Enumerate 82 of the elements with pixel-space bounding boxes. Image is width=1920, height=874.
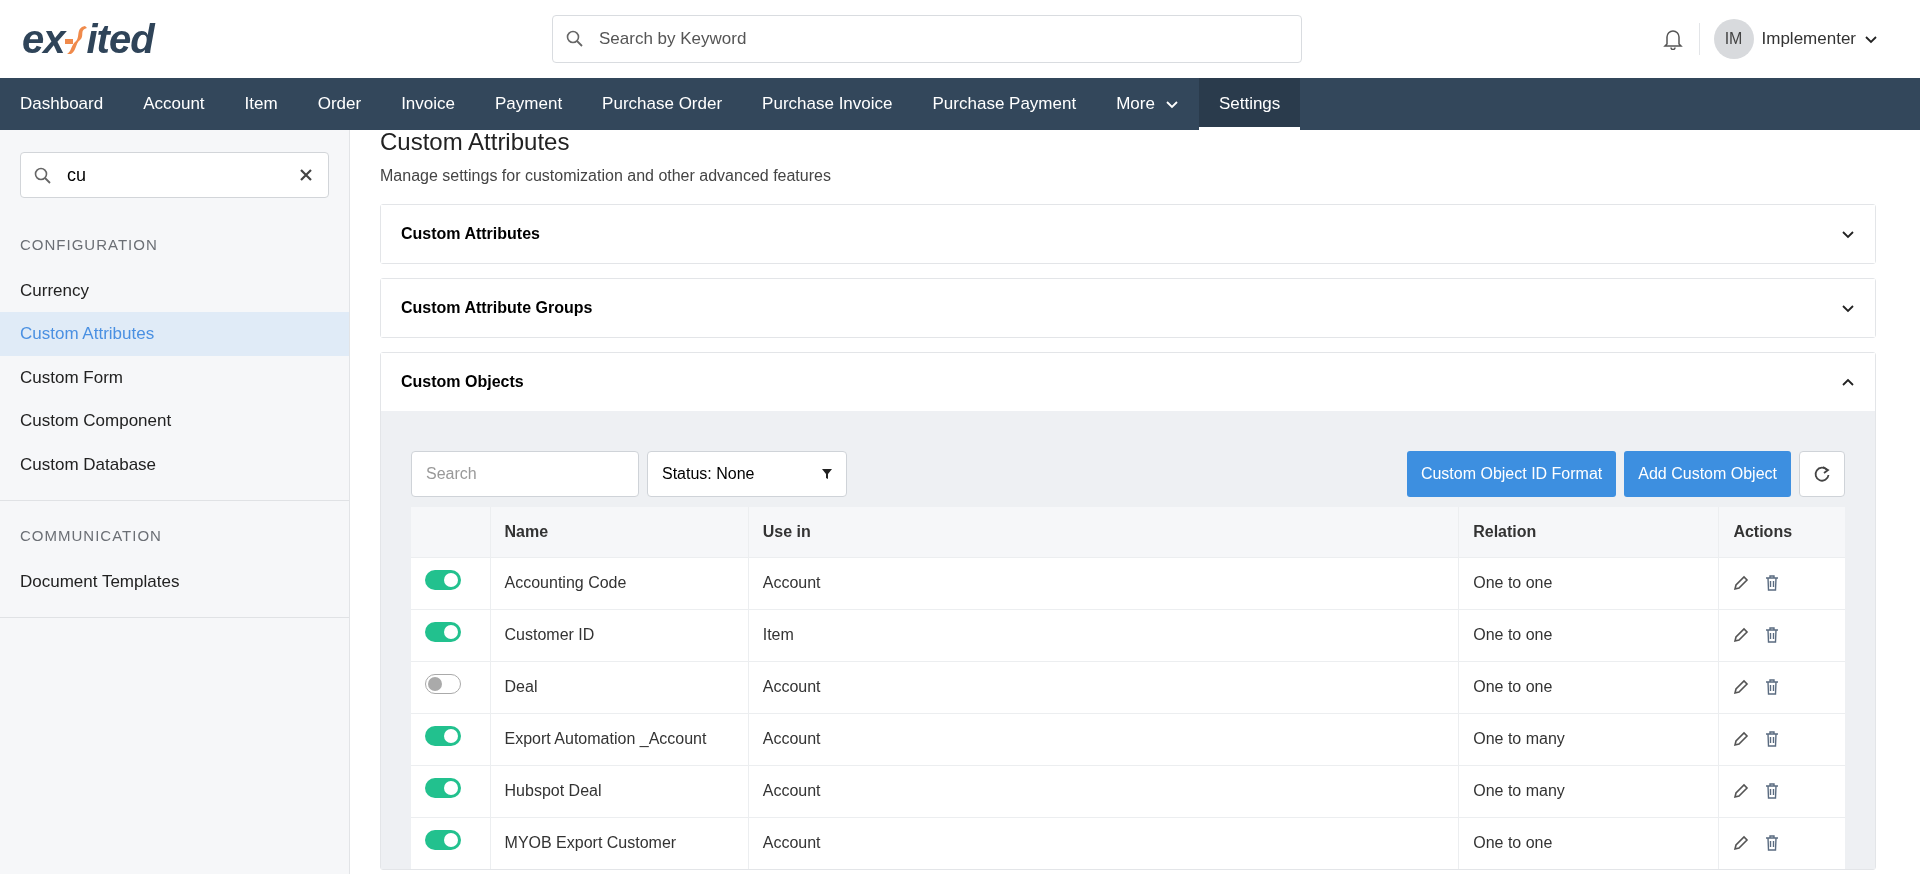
trash-icon[interactable] [1765, 627, 1780, 643]
nav-tab[interactable]: Purchase Invoice [742, 78, 913, 130]
pencil-icon[interactable] [1733, 575, 1750, 591]
user-menu[interactable]: IM Implementer [1713, 19, 1878, 59]
table-cell: Account [748, 713, 1459, 765]
table-cell: One to many [1458, 713, 1719, 765]
status-filter[interactable]: Status: None [647, 451, 847, 497]
page-title: Custom Attributes [380, 130, 571, 157]
chevron-down-icon [1864, 33, 1878, 45]
toggle-switch[interactable] [425, 829, 461, 850]
accordion-header[interactable]: Custom Attributes [381, 205, 1875, 263]
search-field[interactable]: Search [411, 451, 639, 497]
table-cell: Account [748, 765, 1459, 817]
toggle-switch[interactable] [425, 569, 461, 590]
table-cell: MYOB Export Customer [490, 817, 749, 869]
toggle-switch[interactable] [425, 673, 461, 694]
sidebar-search-field[interactable]: cu [20, 152, 329, 198]
table-cell: One to one [1458, 817, 1719, 869]
nav-tab[interactable]: Order [297, 78, 382, 130]
nav-tab[interactable]: Purchase Order [582, 78, 743, 130]
chevron-down-icon [1841, 228, 1855, 240]
toggle-switch[interactable] [425, 725, 461, 746]
nav-tab[interactable]: Settings [1198, 78, 1301, 130]
accordion-header[interactable]: Custom Attribute Groups [381, 279, 1875, 337]
trash-icon[interactable] [1765, 679, 1780, 695]
nav-tab[interactable]: Dashboard [0, 78, 124, 130]
pencil-icon[interactable] [1733, 835, 1750, 852]
sidebar-item[interactable]: Custom Form [0, 355, 349, 399]
table-cell: One to one [1458, 557, 1719, 609]
table-cell: One to one [1458, 609, 1719, 661]
clear-icon[interactable] [299, 168, 313, 182]
chevron-down-icon [1164, 98, 1179, 110]
nav-tab[interactable]: More [1096, 78, 1199, 130]
sidebar-item[interactable]: Currency [0, 268, 349, 312]
nav-tab[interactable]: Purchase Payment [912, 78, 1097, 130]
table-cell: Item [748, 609, 1459, 661]
table-cell: Account [748, 557, 1459, 609]
search-icon [34, 167, 52, 185]
search-field[interactable]: Search by Keyword [552, 15, 1302, 63]
table-cell: Deal [490, 661, 749, 713]
table-cell: Hubspot Deal [490, 765, 749, 817]
toggle-switch[interactable] [425, 777, 461, 798]
column-header: Name [490, 507, 749, 557]
table-cell: Customer ID [490, 609, 749, 661]
toggle-switch[interactable] [425, 621, 461, 642]
filter-icon [822, 469, 832, 479]
sidebar-item[interactable]: Custom Component [0, 399, 349, 443]
chevron-up-icon [1841, 376, 1855, 388]
chevron-down-icon [1841, 302, 1855, 314]
pencil-icon[interactable] [1733, 627, 1750, 643]
table-cell: Accounting Code [490, 557, 749, 609]
trash-icon[interactable] [1765, 575, 1780, 591]
trash-icon[interactable] [1765, 835, 1780, 852]
refresh-icon [1813, 465, 1831, 483]
sidebar-item[interactable]: Document Templates [0, 559, 349, 603]
section-heading: COMMUNICATION [19, 526, 163, 546]
logo-text: ited [86, 16, 154, 63]
nav-tab[interactable]: Payment [475, 78, 583, 130]
nav-tab[interactable]: Account [123, 78, 225, 130]
avatar: IM [1713, 19, 1754, 59]
pencil-icon[interactable] [1733, 731, 1750, 747]
refresh-button[interactable] [1799, 451, 1845, 497]
trash-icon[interactable] [1765, 783, 1780, 799]
pencil-icon[interactable] [1733, 783, 1750, 799]
table-cell: Account [748, 817, 1459, 869]
table-cell: Export Automation _Account [490, 713, 749, 765]
search-icon [566, 30, 584, 48]
sidebar-item[interactable]: Custom Database [0, 442, 349, 486]
table-cell: One to many [1458, 765, 1719, 817]
column-header: Relation [1458, 507, 1719, 557]
page-subtitle: Manage settings for customization and other advanced features [380, 166, 832, 186]
bell-icon[interactable] [1662, 28, 1683, 50]
column-header: Use in [748, 507, 1459, 557]
column-header: Actions [1718, 507, 1845, 557]
table-cell: Account [748, 661, 1459, 713]
logo-text: ex [22, 16, 65, 63]
table-cell: One to one [1458, 661, 1719, 713]
section-heading: CONFIGURATION [19, 235, 159, 255]
pencil-icon[interactable] [1733, 679, 1750, 695]
nav-tab[interactable]: Item [224, 78, 298, 130]
nav-tab[interactable]: Invoice [381, 78, 475, 130]
trash-icon[interactable] [1765, 731, 1780, 747]
